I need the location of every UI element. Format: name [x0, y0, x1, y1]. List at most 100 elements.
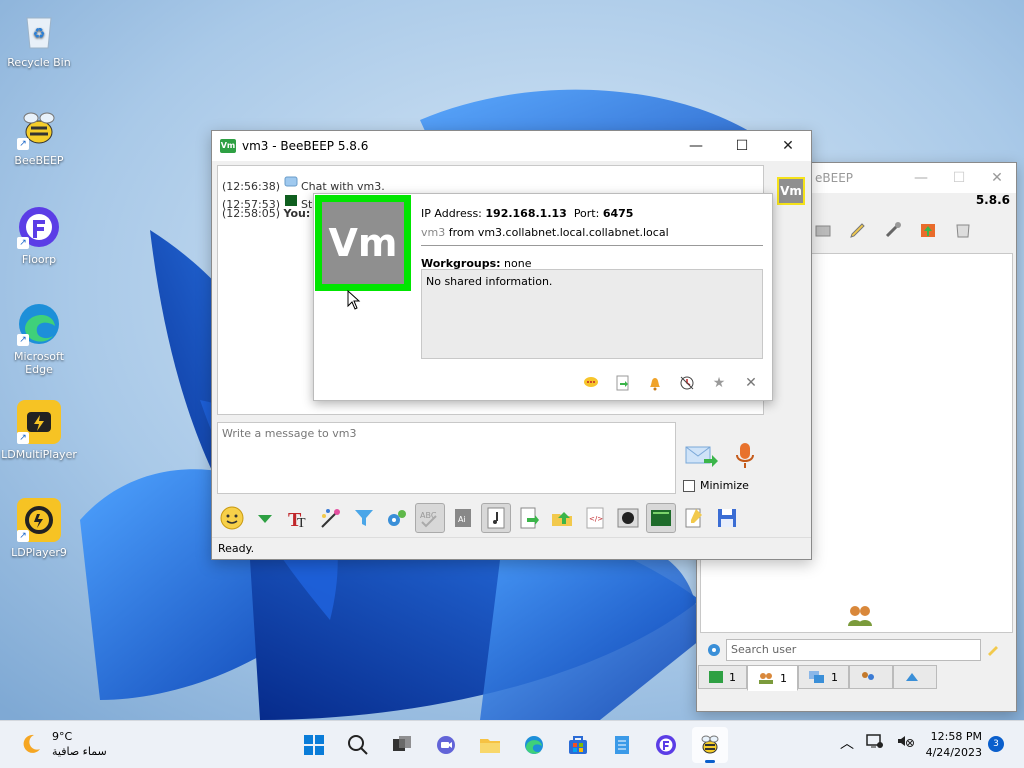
maximize-window-button[interactable]: ☐: [940, 163, 978, 193]
status-bar: Ready.: [212, 537, 811, 559]
beebeep-taskbar-icon[interactable]: [692, 727, 728, 763]
maximize-window-button[interactable]: ☐: [719, 131, 765, 161]
desktop-icon-label: LDMultiPlayer: [1, 448, 77, 461]
close-window-button[interactable]: ✕: [978, 163, 1016, 193]
send-file-icon[interactable]: [614, 374, 632, 392]
user-info-card[interactable]: Vm IP Address: 192.168.1.13 Port: 6475 v…: [313, 193, 773, 401]
edit-icon[interactable]: [844, 215, 871, 245]
desktop-icon-ldmultiplayer[interactable]: ↗ LDMultiPlayer: [0, 400, 78, 461]
task-view-icon[interactable]: [384, 727, 420, 763]
gears-icon[interactable]: [706, 642, 722, 661]
spellcheck-icon[interactable]: ABC: [415, 503, 445, 533]
search-bar: Search user: [700, 637, 1013, 663]
trash-icon[interactable]: [949, 215, 976, 245]
chevron-down-icon[interactable]: [250, 503, 280, 533]
send-button[interactable]: [684, 441, 718, 471]
music-note-icon[interactable]: [481, 503, 511, 533]
chat-icon[interactable]: [582, 374, 600, 392]
chat-message: (12:58:05) You: hi: [222, 207, 324, 220]
svg-text:♻: ♻: [33, 26, 46, 42]
notepad-icon[interactable]: [604, 727, 640, 763]
desktop-icon-beebeep[interactable]: ↗ BeeBEEP: [0, 106, 78, 167]
clock[interactable]: 12:58 PM 4/24/2023: [924, 729, 982, 761]
chat-toolbar: TT ABC Ai </>: [217, 501, 742, 535]
desktop-icon-recycle-bin[interactable]: ♻ Recycle Bin: [0, 8, 78, 69]
color-picker-icon[interactable]: [316, 503, 346, 533]
svg-text:Ai: Ai: [458, 515, 466, 524]
save-icon[interactable]: [712, 503, 742, 533]
version-label: 5.8.6: [975, 193, 1010, 207]
main-toolbar: [809, 215, 976, 245]
message-input[interactable]: Write a message to vm3: [217, 422, 676, 494]
bell-icon[interactable]: [646, 374, 664, 392]
emoticon-icon[interactable]: [217, 503, 247, 533]
ip-address-row: IP Address: 192.168.1.13 Port: 6475: [421, 207, 634, 220]
shortcut-arrow-icon: ↗: [17, 530, 29, 542]
weather-widget[interactable]: 9°C سماء صافية: [18, 729, 107, 759]
divider: [421, 245, 763, 246]
remove-icon[interactable]: ✕: [742, 374, 760, 392]
minimize-window-button[interactable]: —: [902, 163, 940, 193]
desktop-icon-floorp[interactable]: ↗ Floorp: [0, 205, 78, 266]
mouse-cursor-icon: [347, 289, 361, 310]
chat-bubble-icon: [284, 176, 298, 193]
send-file-icon[interactable]: [514, 503, 544, 533]
start-button[interactable]: [296, 727, 332, 763]
minimize-checkbox[interactable]: Minimize: [683, 479, 749, 492]
update-icon[interactable]: [914, 215, 941, 245]
volume-muted-icon[interactable]: [896, 733, 914, 753]
floorp-icon[interactable]: [648, 727, 684, 763]
desktop-icon-edge[interactable]: ↗ Microsoft Edge: [0, 302, 78, 376]
notes-icon[interactable]: [679, 503, 709, 533]
desktop-icon-ldplayer9[interactable]: ↗ LDPlayer9: [0, 498, 78, 559]
checkbox[interactable]: [683, 479, 695, 492]
chat-window-title: vm3 - BeeBEEP 5.8.6: [242, 139, 369, 153]
search-icon[interactable]: [340, 727, 376, 763]
user-avatar-large: Vm: [315, 195, 411, 291]
settings-gears-icon[interactable]: [382, 503, 412, 533]
ldmultiplayer-icon: ↗: [17, 400, 61, 444]
notification-badge[interactable]: 3: [988, 736, 1004, 752]
shortcut-arrow-icon: ↗: [17, 138, 29, 150]
splitter[interactable]: [217, 417, 764, 421]
tab-workgroups[interactable]: [849, 665, 893, 689]
svg-text:</>: </>: [589, 515, 603, 523]
send-folder-icon[interactable]: [547, 503, 577, 533]
tab-users[interactable]: 1: [747, 665, 798, 691]
file-explorer-icon[interactable]: [472, 727, 508, 763]
search-user-input[interactable]: Search user: [726, 639, 981, 661]
html-code-icon[interactable]: </>: [580, 503, 610, 533]
user-details: IP Address: 192.168.1.13 Port: 6475 vm3 …: [421, 204, 763, 273]
shortcut-arrow-icon: ↗: [17, 334, 29, 346]
chevron-up-icon[interactable]: ︿: [840, 733, 854, 753]
tab-chats[interactable]: 1: [698, 665, 747, 689]
svg-text:T: T: [297, 516, 306, 530]
chat-teams-icon[interactable]: [428, 727, 464, 763]
microphone-button[interactable]: [733, 441, 757, 471]
share-icon[interactable]: [809, 215, 836, 245]
chat-window-titlebar[interactable]: Vm vm3 - BeeBEEP 5.8.6 — ☐ ✕: [212, 131, 811, 161]
store-icon[interactable]: [560, 727, 596, 763]
filter-icon[interactable]: [349, 503, 379, 533]
main-tabs: 1 1 1: [698, 665, 937, 691]
bee-icon: ↗: [17, 106, 61, 150]
dictionary-icon[interactable]: Ai: [448, 503, 478, 533]
camera-icon[interactable]: [613, 503, 643, 533]
star-icon[interactable]: ★: [710, 374, 728, 392]
edge-icon[interactable]: [516, 727, 552, 763]
desktop-icon-label: LDPlayer9: [11, 546, 67, 559]
tab-network[interactable]: [893, 665, 937, 689]
minimize-label: Minimize: [700, 479, 749, 492]
tools-icon[interactable]: [879, 215, 906, 245]
minimize-window-button[interactable]: —: [673, 131, 719, 161]
clock-icon[interactable]: [678, 374, 696, 392]
user-avatar-small[interactable]: Vm: [777, 177, 805, 205]
screenshot-icon[interactable]: [646, 503, 676, 533]
tab-groups[interactable]: 1: [798, 665, 849, 689]
display-network-icon[interactable]: [866, 733, 884, 753]
taskbar-apps: [296, 727, 728, 763]
clear-search-icon[interactable]: [985, 641, 1001, 660]
moon-icon: [18, 731, 42, 758]
font-icon[interactable]: TT: [283, 503, 313, 533]
close-window-button[interactable]: ✕: [765, 131, 811, 161]
